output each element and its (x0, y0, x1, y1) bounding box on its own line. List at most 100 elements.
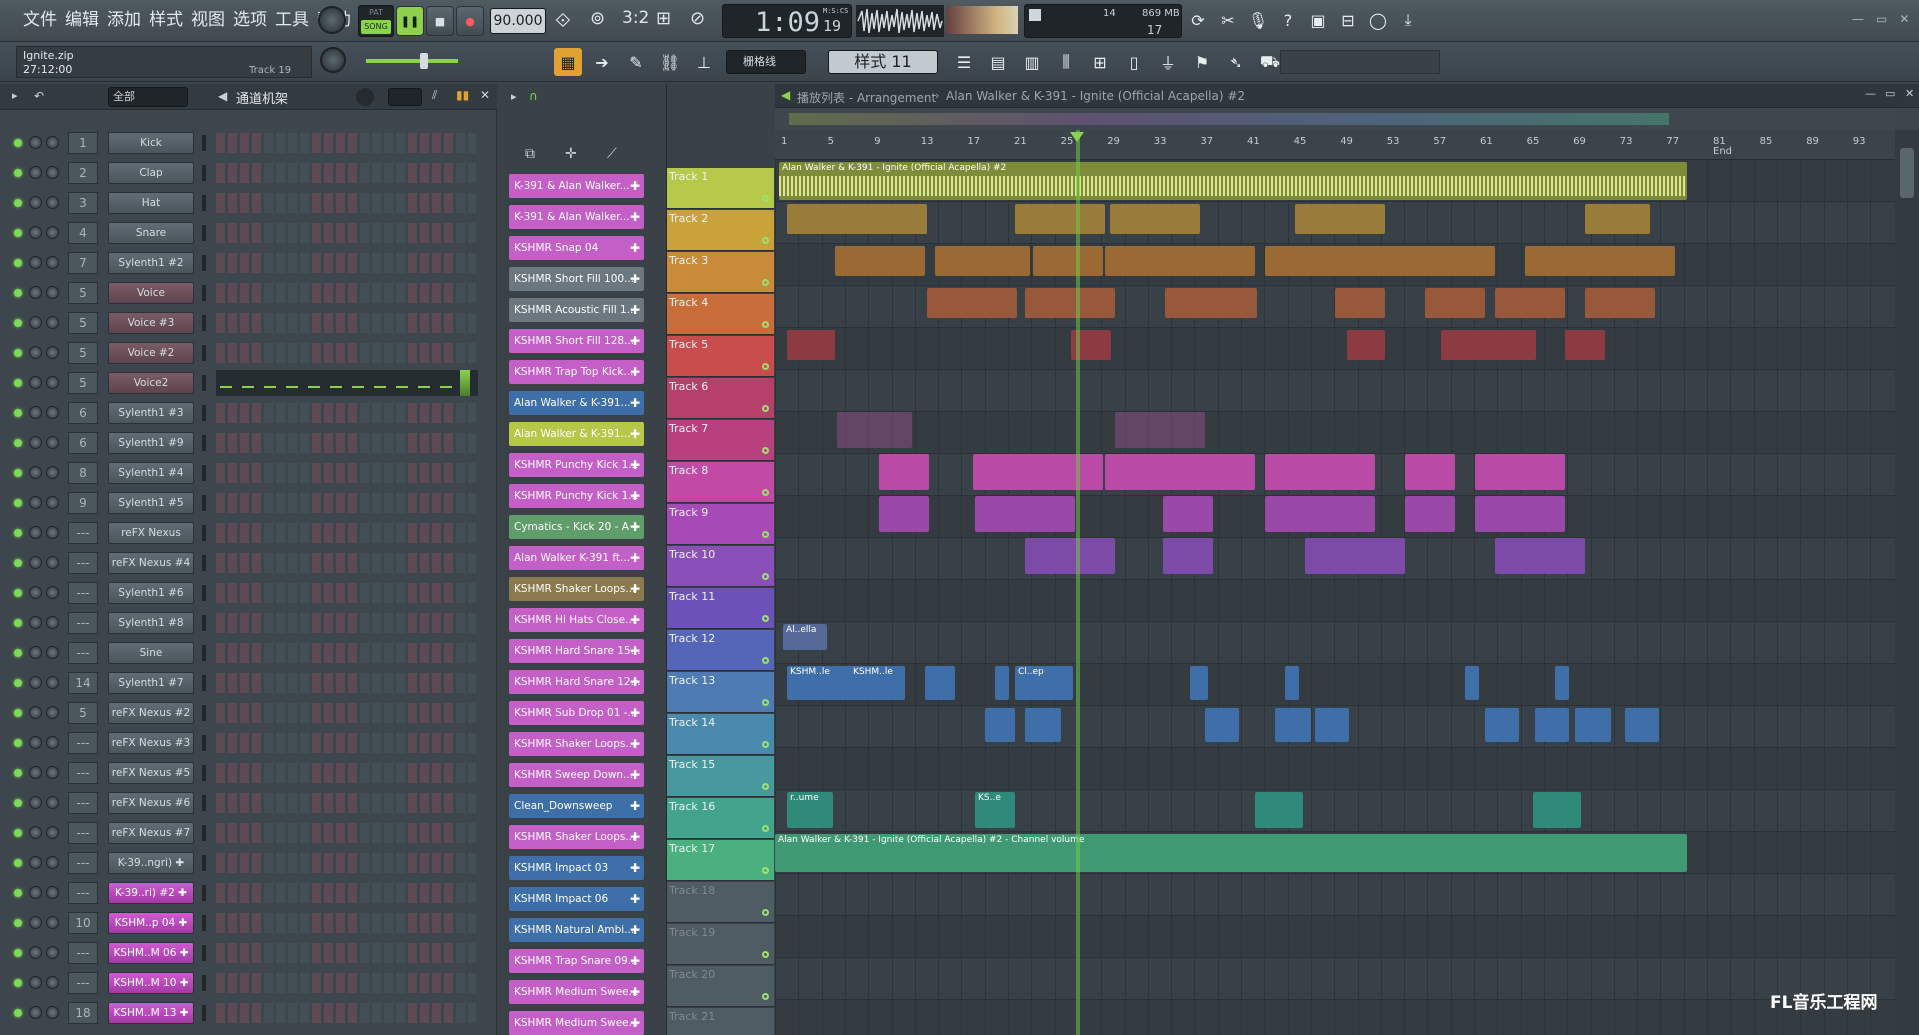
channel-volume-knob[interactable] (46, 256, 59, 269)
channel-name-button[interactable]: reFX Nexus #4 (108, 552, 194, 574)
close-rack-icon[interactable]: ✕ (480, 88, 490, 102)
channel-mute-led[interactable] (14, 349, 22, 357)
channel-name-button[interactable]: KSHM..M 10 ✚ (108, 972, 194, 994)
pattern-clip[interactable] (927, 288, 1017, 318)
channel-pan-knob[interactable] (29, 316, 42, 329)
track-mute-led[interactable] (762, 405, 769, 412)
channel-pan-knob[interactable] (29, 826, 42, 839)
browser-icon[interactable]: ▯ (1120, 48, 1148, 76)
track-mute-led[interactable] (762, 657, 769, 664)
channel-name-button[interactable]: reFX Nexus #3 (108, 732, 194, 754)
channel-mute-led[interactable] (14, 889, 22, 897)
track-header[interactable]: Track 5 (667, 336, 774, 377)
channel-volume-knob[interactable] (46, 706, 59, 719)
channel-select-indicator[interactable] (202, 135, 206, 151)
channel-volume-knob[interactable] (46, 496, 59, 509)
track-header[interactable]: Track 15 (667, 756, 774, 797)
pattern-clip[interactable] (787, 330, 835, 360)
channel-volume-knob[interactable] (46, 616, 59, 629)
drum-clip[interactable] (1475, 454, 1565, 490)
audio-clip[interactable]: Al..ella (783, 624, 827, 650)
channel-pan-knob[interactable] (29, 1006, 42, 1019)
channel-mute-led[interactable] (14, 169, 22, 177)
step-sequencer[interactable] (216, 613, 476, 633)
channel-mute-led[interactable] (14, 799, 22, 807)
clip-item[interactable]: KSHMR Sweep Down... (509, 763, 644, 787)
track-header[interactable]: Track 11 (667, 588, 774, 629)
clip-item[interactable]: Alan Walker & K-391... (509, 422, 644, 446)
channel-pan-knob[interactable] (29, 676, 42, 689)
channel-mute-led[interactable] (14, 919, 22, 927)
arrangement-area[interactable]: Alan Walker & K-391 - Ignite (Official A… (775, 160, 1895, 1035)
mixer-track-number[interactable]: --- (68, 522, 98, 544)
drum-clip[interactable] (1265, 496, 1375, 532)
mixer-track-number[interactable]: 5 (68, 312, 98, 334)
track-header[interactable]: Track 7 (667, 420, 774, 461)
step-sequencer[interactable] (216, 703, 476, 723)
download-icon[interactable]: ⤓ (1394, 6, 1422, 34)
drum-clip[interactable] (879, 496, 929, 532)
track-header[interactable]: Track 4 (667, 294, 774, 335)
drum-clip[interactable] (975, 496, 1075, 532)
clip-item[interactable]: KSHMR Acoustic Fill 1... (509, 298, 644, 322)
channel-name-button[interactable]: K-39..ri) #2 ✚ (108, 882, 194, 904)
clip-item[interactable]: Alan Walker & K-391... (509, 391, 644, 415)
pattern-clip[interactable] (1525, 246, 1675, 276)
step-sequencer[interactable] (216, 403, 476, 423)
channel-volume-knob[interactable] (46, 796, 59, 809)
channel-pan-knob[interactable] (29, 586, 42, 599)
drum-clip[interactable] (837, 412, 912, 448)
sweep-clip[interactable] (995, 666, 1009, 700)
channel-mute-led[interactable] (14, 949, 22, 957)
impact-clip[interactable] (1535, 708, 1569, 742)
drum-clip[interactable] (1163, 496, 1213, 532)
step-sequencer[interactable] (216, 1003, 476, 1023)
channel-name-button[interactable]: reFX Nexus #6 (108, 792, 194, 814)
track-header[interactable]: Track 17 (667, 840, 774, 881)
wait-input-icon[interactable]: ⊚ (590, 8, 605, 29)
channel-name-button[interactable]: Sylenth1 #6 (108, 582, 194, 604)
undo-history-icon[interactable]: ⟳ (1184, 6, 1212, 34)
mixer-track-number[interactable]: 1 (68, 132, 98, 154)
channel-name-button[interactable]: Voice2 (108, 372, 194, 394)
channel-pan-knob[interactable] (29, 796, 42, 809)
channel-mute-led[interactable] (14, 619, 22, 627)
track-mute-led[interactable] (762, 993, 769, 1000)
mixer-track-number[interactable]: --- (68, 612, 98, 634)
drum-clip[interactable] (1305, 538, 1405, 574)
mixer-track-number[interactable]: --- (68, 942, 98, 964)
step-sequencer[interactable] (216, 733, 476, 753)
channel-select-indicator[interactable] (202, 465, 206, 481)
pattern-clip[interactable] (1025, 288, 1115, 318)
channel-name-button[interactable]: Voice (108, 282, 194, 304)
mixer-track-number[interactable]: 4 (68, 222, 98, 244)
channel-pan-knob[interactable] (29, 346, 42, 359)
pattern-clip[interactable] (1425, 288, 1485, 318)
step-sequencer[interactable] (216, 973, 476, 993)
bars-icon[interactable]: ▮▮ (456, 88, 469, 102)
step-sequencer[interactable] (216, 253, 476, 273)
channel-volume-knob[interactable] (46, 856, 59, 869)
browser-snap-icon[interactable]: ✛ (565, 146, 577, 162)
track-mute-led[interactable] (762, 279, 769, 286)
step-sequencer[interactable] (216, 583, 476, 603)
clip-item[interactable]: KSHMR Hard Snare 15... (509, 639, 644, 663)
track-header[interactable]: Track 21 (667, 1008, 774, 1035)
channel-pan-knob[interactable] (29, 616, 42, 629)
track-mute-led[interactable] (762, 489, 769, 496)
impact-clip[interactable] (1575, 708, 1611, 742)
stop-button[interactable]: ■ (426, 6, 454, 36)
rack-undo-icon[interactable]: ↶ (34, 89, 44, 103)
pattern-clip[interactable] (1110, 204, 1200, 234)
cut-icon[interactable]: ✂ (1214, 6, 1242, 34)
sweep-clip[interactable] (1465, 666, 1479, 700)
track-header[interactable]: Track 13 (667, 672, 774, 713)
channel-name-button[interactable]: Voice #3 (108, 312, 194, 334)
automation-clip[interactable]: r..ume (787, 792, 833, 828)
channel-pan-knob[interactable] (29, 856, 42, 869)
channel-select-indicator[interactable] (202, 285, 206, 301)
channel-mute-led[interactable] (14, 709, 22, 717)
channel-volume-knob[interactable] (46, 556, 59, 569)
clip-item[interactable]: KSHMR Punchy Kick 1... (509, 453, 644, 477)
sweep-clip[interactable] (1190, 666, 1208, 700)
